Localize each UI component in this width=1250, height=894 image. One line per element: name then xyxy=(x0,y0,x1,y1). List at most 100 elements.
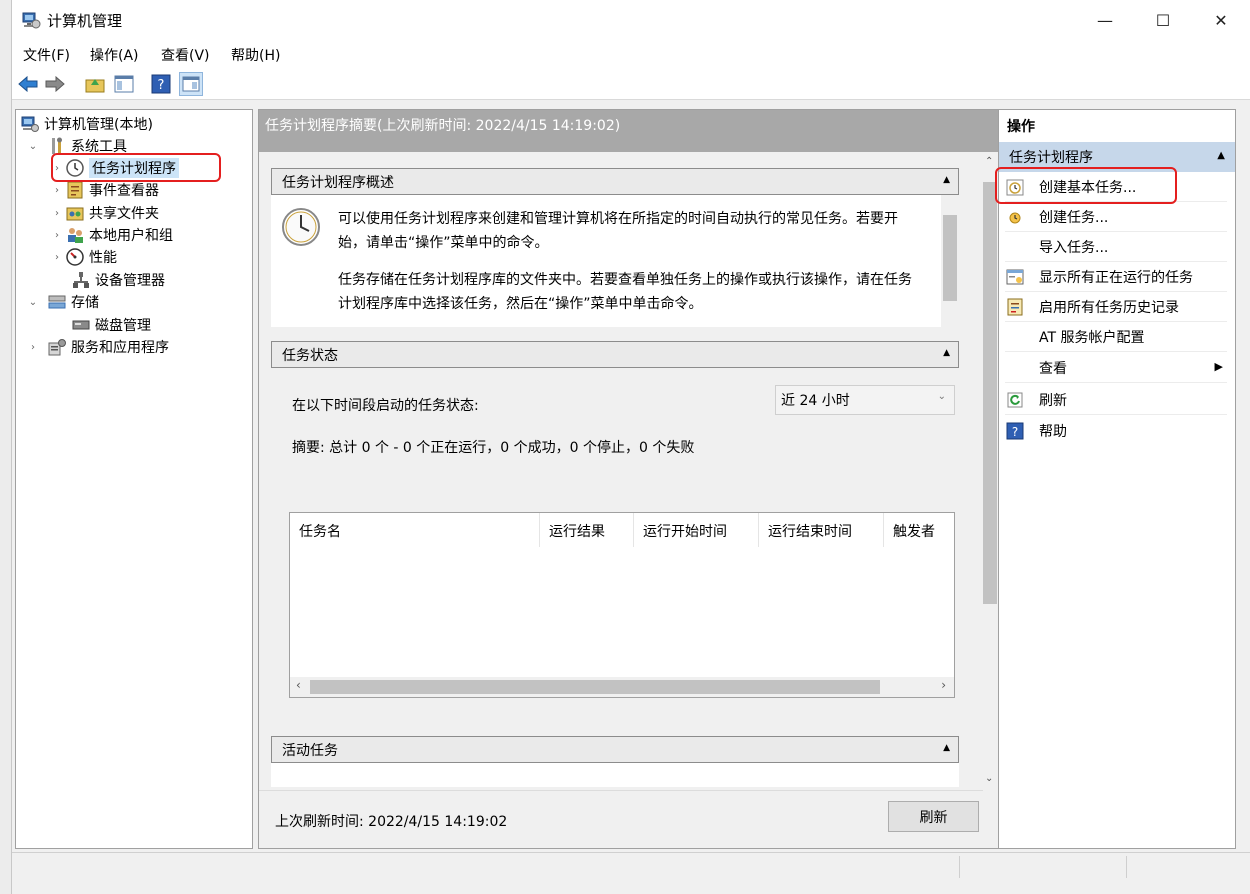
scroll-thumb[interactable] xyxy=(983,182,997,604)
tree-root[interactable]: 计算机管理(本地) xyxy=(21,113,153,135)
scroll-down-icon[interactable]: ⌄ xyxy=(985,773,993,784)
scroll-left-icon[interactable]: ‹ xyxy=(296,678,301,692)
tree-label: 存储 xyxy=(71,295,99,311)
center-scrollbar[interactable]: ⌃ ⌄ xyxy=(981,152,999,848)
column-header-triggered-by[interactable]: 触发者 xyxy=(884,513,954,547)
scroll-thumb[interactable] xyxy=(943,215,957,301)
column-header-run-result[interactable]: 运行结果 xyxy=(540,513,634,547)
maximize-button[interactable]: ☐ xyxy=(1134,0,1192,40)
action-label: AT 服务帐户配置 xyxy=(1039,329,1145,346)
services-icon xyxy=(48,338,66,356)
action-enable-history[interactable]: 启用所有任务历史记录 xyxy=(1005,292,1227,322)
center-pane: 任务计划程序摘要(上次刷新时间: 2022/4/15 14:19:02) ⌃ ⌄… xyxy=(258,109,1000,849)
overview-text-1: 可以使用任务计划程序来创建和管理计算机将在所指定的时间自动执行的常见任务。若要开… xyxy=(338,211,898,251)
overview-scrollbar[interactable] xyxy=(941,195,959,327)
tree-label: 事件查看器 xyxy=(89,183,159,199)
action-label: 启用所有任务历史记录 xyxy=(1039,299,1179,316)
action-label: 创建任务... xyxy=(1039,209,1109,226)
import-task-icon xyxy=(1005,237,1025,257)
title-bar: 计算机管理 — ☐ ✕ xyxy=(12,0,1250,40)
active-tasks-section-header[interactable]: 活动任务 ▲ xyxy=(271,736,959,763)
navigation-tree: 计算机管理(本地) ⌄ 系统工具 › 任务计划程序 › 事件查看器 › 共享文件… xyxy=(15,109,253,849)
tree-item-shared-folders[interactable]: › 共享文件夹 xyxy=(50,202,159,224)
select-value: 近 24 小时 xyxy=(781,393,850,409)
action-at-service-config[interactable]: AT 服务帐户配置 xyxy=(1005,322,1227,352)
back-arrow-icon[interactable] xyxy=(16,72,40,96)
section-title: 任务状态 xyxy=(282,347,338,364)
background-window-strip xyxy=(0,0,11,894)
minimize-button[interactable]: — xyxy=(1076,0,1134,40)
action-show-running-tasks[interactable]: 显示所有正在运行的任务 xyxy=(1005,262,1227,292)
action-view[interactable]: 查看 ▶ xyxy=(1005,353,1227,383)
status-divider xyxy=(959,856,960,878)
chevron-down-icon[interactable]: ⌄ xyxy=(26,297,40,308)
menu-view[interactable]: 查看(V) xyxy=(161,45,210,65)
action-help[interactable]: ? 帮助 xyxy=(1005,416,1227,446)
collapse-icon[interactable]: ▲ xyxy=(1217,150,1225,161)
scroll-up-icon[interactable]: ⌃ xyxy=(985,156,993,167)
help-icon: ? xyxy=(1005,421,1025,441)
task-status-table: 任务名 运行结果 运行开始时间 运行结束时间 触发者 ‹ › xyxy=(289,512,955,698)
users-icon xyxy=(66,226,84,244)
scroll-thumb[interactable] xyxy=(310,680,880,694)
action-refresh[interactable]: 刷新 xyxy=(1005,385,1227,415)
column-header-task-name[interactable]: 任务名 xyxy=(290,513,540,547)
column-header-run-start[interactable]: 运行开始时间 xyxy=(634,513,759,547)
create-task-icon xyxy=(1005,207,1025,227)
chevron-down-icon[interactable]: ⌄ xyxy=(26,141,40,152)
action-create-task[interactable]: 创建任务... xyxy=(1005,202,1227,232)
collapse-icon[interactable]: ▲ xyxy=(943,743,950,753)
annotation-highlight-task-scheduler xyxy=(51,153,221,182)
action-label: 导入任务... xyxy=(1039,239,1109,256)
collapse-icon[interactable]: ▲ xyxy=(943,348,950,358)
overview-section-header[interactable]: 任务计划程序概述 ▲ xyxy=(271,168,959,195)
action-import-task[interactable]: 导入任务... xyxy=(1005,232,1227,262)
disk-icon xyxy=(72,316,90,334)
tree-item-performance[interactable]: › 性能 xyxy=(50,246,117,268)
svg-text:?: ? xyxy=(158,78,165,93)
table-header: 任务名 运行结果 运行开始时间 运行结束时间 触发者 xyxy=(290,513,954,547)
tree-item-device-manager[interactable]: 设备管理器 xyxy=(72,269,165,291)
action-label: 显示所有正在运行的任务 xyxy=(1039,269,1193,286)
menu-file[interactable]: 文件(F) xyxy=(23,45,70,65)
annotation-highlight-create-basic-task xyxy=(995,167,1177,204)
last-refresh-time: 上次刷新时间: 2022/4/15 14:19:02 xyxy=(275,814,508,830)
tree-item-services[interactable]: › 服务和应用程序 xyxy=(26,336,169,358)
chevron-right-icon[interactable]: › xyxy=(50,230,64,241)
collapse-icon[interactable]: ▲ xyxy=(943,175,950,185)
clock-icon xyxy=(281,207,321,251)
status-period-select[interactable]: 近 24 小时 ⌄ xyxy=(775,385,955,415)
status-period-label: 在以下时间段启动的任务状态: xyxy=(292,398,479,414)
group-label: 任务计划程序 xyxy=(1009,150,1093,166)
status-section-header[interactable]: 任务状态 ▲ xyxy=(271,341,959,368)
tree-label: 计算机管理(本地) xyxy=(44,117,153,133)
chevron-down-icon: ⌄ xyxy=(937,391,946,402)
show-hide-action-pane-icon[interactable] xyxy=(179,72,203,96)
tree-item-disk-management[interactable]: 磁盘管理 xyxy=(72,314,151,336)
up-folder-icon[interactable] xyxy=(83,72,107,96)
tree-item-event-viewer[interactable]: › 事件查看器 xyxy=(50,179,159,201)
chevron-right-icon[interactable]: › xyxy=(50,208,64,219)
table-hscrollbar[interactable]: ‹ › xyxy=(290,677,954,697)
close-button[interactable]: ✕ xyxy=(1192,0,1250,40)
center-footer: 上次刷新时间: 2022/4/15 14:19:02 刷新 xyxy=(259,790,983,848)
history-log-icon xyxy=(1005,297,1025,317)
refresh-button[interactable]: 刷新 xyxy=(888,801,979,832)
chevron-right-icon[interactable]: › xyxy=(26,342,40,353)
menu-help[interactable]: 帮助(H) xyxy=(231,45,280,65)
show-hide-tree-icon[interactable] xyxy=(112,72,136,96)
menu-bar: 文件(F) 操作(A) 查看(V) 帮助(H) xyxy=(12,40,1250,68)
tree-item-local-users[interactable]: › 本地用户和组 xyxy=(50,224,173,246)
chevron-right-icon[interactable]: › xyxy=(50,185,64,196)
chevron-right-icon[interactable]: › xyxy=(50,252,64,263)
column-header-run-end[interactable]: 运行结束时间 xyxy=(759,513,884,547)
forward-arrow-icon[interactable] xyxy=(43,72,67,96)
svg-text:?: ? xyxy=(1012,425,1018,439)
scroll-right-icon[interactable]: › xyxy=(941,678,946,692)
tree-item-storage[interactable]: ⌄ 存储 xyxy=(26,291,99,313)
help-icon[interactable]: ? xyxy=(149,72,173,96)
tree-label: 本地用户和组 xyxy=(89,228,173,244)
running-tasks-icon xyxy=(1005,267,1025,287)
actions-header: 操作 xyxy=(1007,119,1035,135)
menu-action[interactable]: 操作(A) xyxy=(90,45,139,65)
